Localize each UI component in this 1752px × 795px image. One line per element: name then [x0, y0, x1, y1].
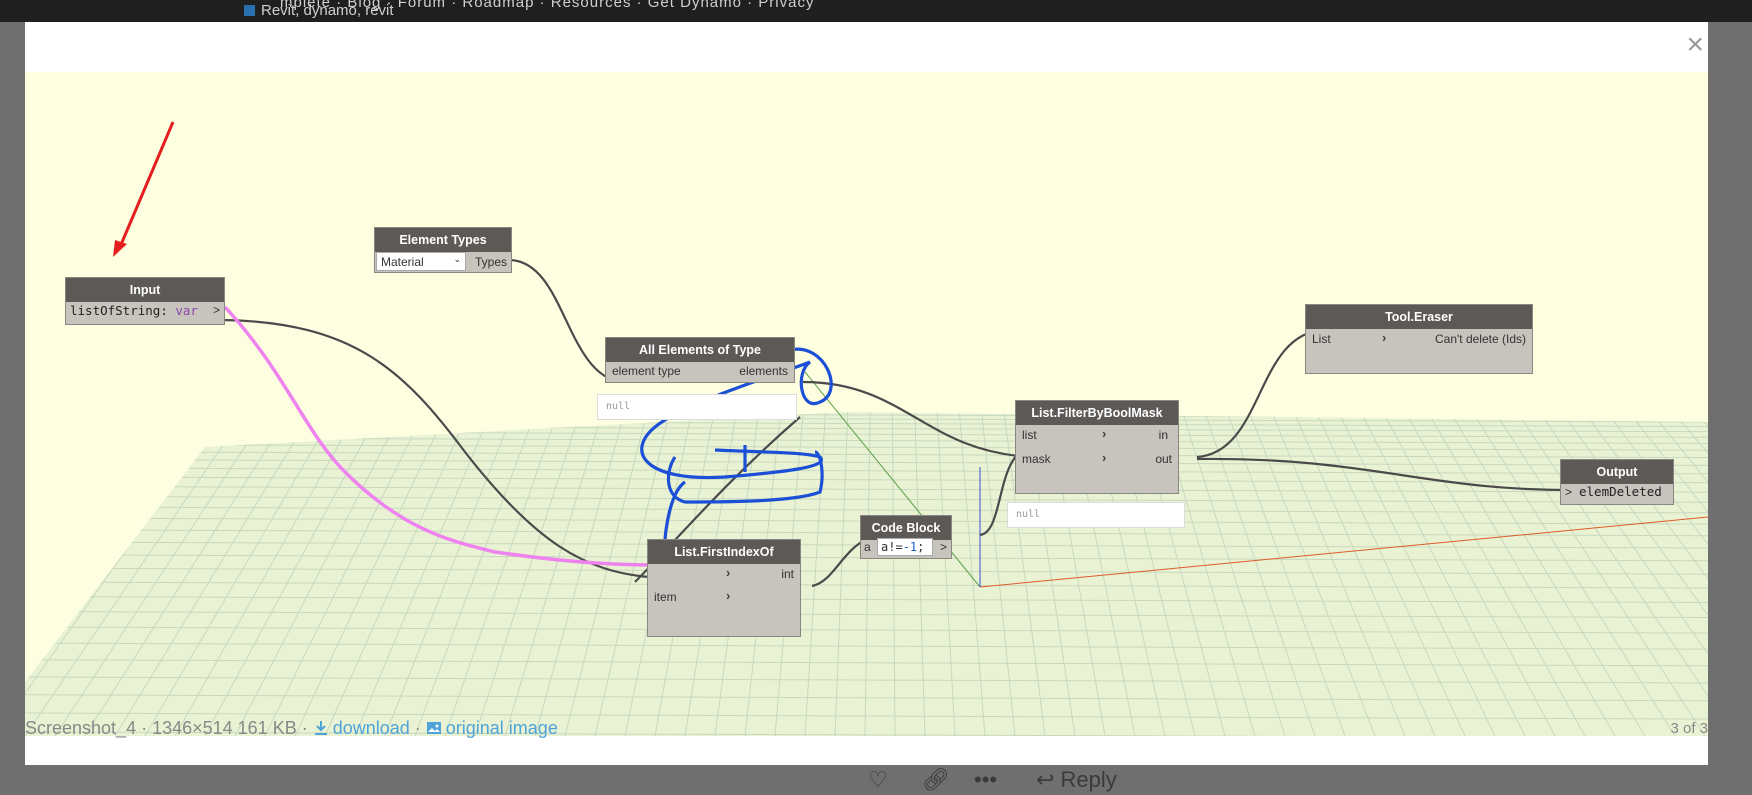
tags-text: Revit, dynamo, revit: [261, 2, 394, 19]
node-filter-by-bool-mask[interactable]: List.FilterByBoolMask list › mask › in o…: [1015, 400, 1179, 494]
node-all-elements[interactable]: All Elements of Type element type elemen…: [605, 337, 795, 383]
wire-types-allelements: [509, 258, 621, 384]
download-label: download: [332, 718, 410, 738]
node-tool-eraser-title: Tool.Eraser: [1306, 305, 1532, 329]
elements-out-port[interactable]: elements: [739, 364, 788, 378]
code-block-out-port[interactable]: >: [940, 540, 947, 554]
node-first-index-title: List.FirstIndexOf: [648, 540, 800, 564]
node-input[interactable]: Input listOfString: var >: [65, 277, 225, 325]
node-element-types[interactable]: Element Types Material ⌄ Types: [374, 227, 512, 273]
download-icon: [314, 721, 327, 735]
eraser-chevron-icon: ›: [1382, 330, 1387, 345]
dynamo-graph-screenshot[interactable]: Input listOfString: var > Element Types …: [25, 72, 1708, 736]
topic-tags[interactable]: Revit, dynamo, revit: [244, 2, 394, 19]
category-badge: [244, 5, 255, 16]
caption-meta: · 1346×514 161 KB ·: [136, 718, 313, 738]
mask-chevron-icon: ›: [1102, 450, 1107, 465]
node-all-elements-title: All Elements of Type: [606, 338, 794, 362]
input-var-name: listOfString: [70, 303, 161, 318]
list-chevron-icon: ›: [1102, 426, 1107, 441]
link-icon[interactable]: 🔗︎: [922, 767, 950, 793]
code-block-in-port[interactable]: a: [864, 540, 871, 554]
close-button[interactable]: ×: [1686, 30, 1704, 60]
list-in-port[interactable]: list: [1022, 428, 1037, 442]
image-caption: Screenshot_4 · 1346×514 161 KB · downloa…: [25, 718, 558, 739]
reply-label: Reply: [1060, 767, 1117, 792]
item-port-chevron-icon: ›: [726, 588, 731, 603]
node-output-title: Output: [1561, 460, 1673, 484]
code-operator: !=: [888, 540, 903, 554]
element-types-dropdown[interactable]: Material ⌄: [376, 252, 466, 271]
all-elements-preview: null: [597, 394, 797, 420]
canvas-grid: [25, 121, 1708, 736]
image-lightbox: × Input listOfString: var > Element Type…: [25, 22, 1708, 765]
node-element-types-title: Element Types: [375, 228, 511, 252]
eraser-list-in-port[interactable]: List: [1312, 332, 1331, 346]
output-in-port[interactable]: >: [1565, 485, 1572, 499]
caption-separator: ·: [409, 718, 426, 738]
list-port-chevron-icon: ›: [726, 565, 731, 580]
int-out-port[interactable]: int: [781, 567, 794, 581]
input-var-type: var: [175, 303, 198, 318]
eraser-out-port[interactable]: Can't delete (Ids): [1435, 332, 1526, 346]
node-first-index-of[interactable]: List.FirstIndexOf › item › int: [647, 539, 801, 637]
post-actions: ♡ 🔗︎ ••• ↩ Reply: [0, 765, 1752, 795]
code-number: -1: [902, 540, 918, 554]
image-counter: 3 of 3: [1670, 720, 1708, 737]
in-out-port[interactable]: in: [1159, 428, 1168, 442]
red-arrow-shaft: [118, 121, 175, 248]
original-image-link[interactable]: original image: [426, 718, 558, 738]
original-image-label: original image: [445, 718, 558, 738]
image-icon: [426, 722, 441, 734]
types-out-port[interactable]: Types: [475, 255, 507, 269]
out-out-port[interactable]: out: [1155, 452, 1172, 466]
forum-topbar: mplete · Blog · Forum · Roadmap · Resour…: [0, 0, 1752, 22]
input-code-sep: :: [160, 303, 176, 318]
like-icon[interactable]: ♡: [868, 767, 888, 793]
more-icon[interactable]: •••: [974, 767, 997, 793]
node-code-block-title: Code Block: [861, 516, 951, 540]
reply-button[interactable]: ↩ Reply: [1036, 767, 1117, 793]
node-input-title: Input: [66, 278, 224, 302]
node-tool-eraser[interactable]: Tool.Eraser List › Can't delete (Ids): [1305, 304, 1533, 374]
mask-in-port[interactable]: mask: [1022, 452, 1051, 466]
input-out-port[interactable]: >: [213, 303, 220, 317]
node-output[interactable]: Output > elemDeleted: [1560, 459, 1674, 505]
download-link[interactable]: download: [313, 718, 410, 738]
node-code-block[interactable]: Code Block a a!=-1; >: [860, 515, 952, 559]
filter-preview: null: [1007, 502, 1185, 528]
item-in-port[interactable]: item: [654, 590, 677, 604]
input-code[interactable]: listOfString: var: [70, 303, 198, 318]
output-name[interactable]: elemDeleted: [1579, 484, 1662, 499]
caption-filename: Screenshot_4: [25, 718, 137, 738]
dropdown-value: Material: [381, 255, 424, 269]
chevron-down-icon: ⌄: [453, 254, 461, 264]
code-block-editor[interactable]: a!=-1;: [877, 538, 933, 556]
code-semicolon: ;: [917, 540, 925, 554]
red-arrow-head: [113, 240, 127, 257]
element-type-in-port[interactable]: element type: [612, 364, 681, 378]
node-filter-title: List.FilterByBoolMask: [1016, 401, 1178, 425]
